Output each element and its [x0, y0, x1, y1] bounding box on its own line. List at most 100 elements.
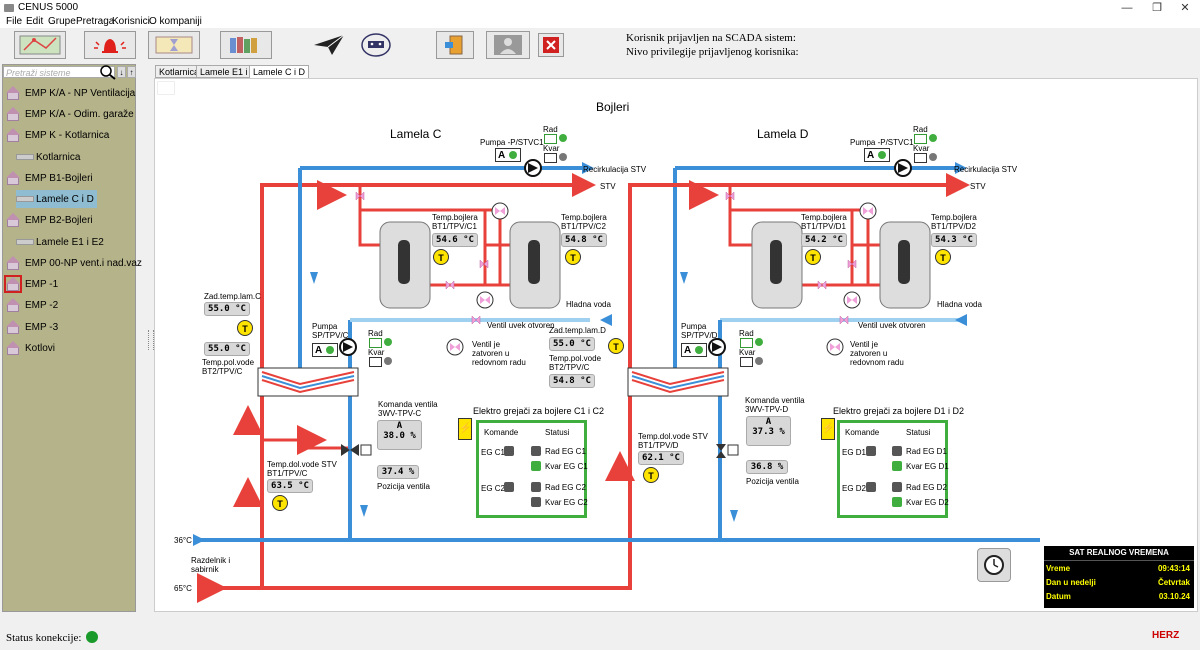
pump-stvd1-label: Pumpa -P/STVC1 [850, 138, 914, 147]
recirc-d-label: Recirkulacija STV [954, 165, 1018, 174]
rad-indicator-icon [544, 134, 557, 144]
pump-sptpvc-icon[interactable] [339, 338, 357, 356]
kvar-eg-d2-lamp [892, 497, 902, 507]
eg-c2-label: EG C2 [481, 484, 506, 493]
d1-temp-value: 54.2 °C [801, 233, 847, 247]
kvar-eg-c1-lamp [531, 461, 541, 471]
rad-lamp [755, 338, 763, 346]
lightning-icon: ⚡ [458, 418, 472, 440]
statusi-label: Statusi [545, 428, 570, 437]
komande-label: Komande [845, 428, 880, 437]
piping-diagram [193, 159, 1040, 603]
rad-eg-d1-lamp [892, 446, 902, 456]
herz-logo: HERZ [1152, 630, 1180, 641]
lamela-c-title: Lamela C [390, 127, 442, 141]
temp-sensor-icon: T [608, 338, 624, 354]
status-lamp [695, 346, 703, 354]
status-lamp [509, 151, 517, 159]
rad-lamp [384, 338, 392, 346]
kvar-lamp [929, 153, 937, 161]
clock-button[interactable] [977, 548, 1011, 582]
rad-eg-c2-label: Rad EG C2 [545, 483, 586, 492]
eg-c1-label: EG C1 [481, 448, 506, 457]
c2-temp-label: Temp.bojlera BT1/TPV/C2 [561, 213, 607, 231]
rad-label: Rad [543, 125, 558, 134]
d2-temp-label: Temp.bojlera BT1/TPV/D2 [931, 213, 977, 231]
komanda-c-label: Komanda ventila 3WV-TPV-C [378, 400, 438, 418]
rad-label: Rad [368, 329, 383, 338]
poz-d-value: 36.8 % [746, 460, 788, 474]
temp-sensor-icon: T [272, 495, 288, 511]
kvar-indicator-icon [544, 153, 557, 163]
komanda-d-label: Komanda ventila 3WV-TPV-D [745, 396, 805, 414]
eg-d2-button[interactable] [866, 482, 876, 492]
kvar-lamp [384, 357, 392, 365]
pozicija-c-label: Pozicija ventila [377, 482, 430, 491]
zad-d-value[interactable]: 55.0 °C [549, 337, 595, 351]
rad-label: Rad [913, 125, 928, 134]
rad-indicator-icon [740, 338, 753, 348]
mode-a-stvd1[interactable]: A [864, 148, 890, 162]
clock-icon [984, 555, 1004, 575]
rad-eg-c1-lamp [531, 446, 541, 456]
pump-stvc1-icon[interactable] [524, 159, 542, 177]
rad-indicator-icon [914, 134, 927, 144]
pump-stvc1-label: Pumpa -P/STVC1 [480, 138, 544, 147]
status-lamp [326, 346, 334, 354]
rad-label: Rad [739, 329, 754, 338]
c1-temp-label: Temp.bojlera BT1/TPV/C1 [432, 213, 478, 231]
pump-sptpvd-icon[interactable] [708, 338, 726, 356]
pump-stvd1-icon[interactable] [894, 159, 912, 177]
komanda-c-value[interactable]: A 38.0 % [377, 420, 422, 450]
kvar-indicator-icon [369, 357, 382, 367]
kvar-indicator-icon [740, 357, 753, 367]
dol-d-value: 62.1 °C [638, 451, 684, 465]
stv-c-label: STV [600, 182, 616, 191]
dol-c-label: Temp.dol.vode STV BT1/TPV/C [267, 460, 337, 478]
temp-sensor-icon: T [643, 467, 659, 483]
rad-lamp [559, 134, 567, 142]
status-lamp [878, 151, 886, 159]
kvar-eg-d1-label: Kvar EG D1 [906, 462, 949, 471]
kvar-label: Kvar [543, 144, 560, 153]
eg-d2-label: EG D2 [842, 484, 867, 493]
eg-c1-button[interactable] [504, 446, 514, 456]
eg-c-title: Elektro grejači za bojlere C1 i C2 [473, 406, 605, 416]
three-way-valve-c-icon[interactable] [341, 444, 372, 456]
rtc-row-datum: Datum 03.10.24 [1046, 592, 1190, 601]
pol-d-value: 54.8 °C [549, 374, 595, 388]
temp-65-label: 65°C [174, 584, 192, 593]
recirc-c-label: Recirkulacija STV [583, 165, 647, 174]
mode-a-stvc1[interactable]: A [495, 148, 521, 162]
eg-d1-button[interactable] [866, 446, 876, 456]
boiler-d1 [751, 221, 803, 309]
kvar-label: Kvar [368, 348, 385, 357]
ventil-zatvoren-c-label: Ventil je zatvoren u redovnom radu [472, 340, 526, 367]
mode-a-sptpvd[interactable]: A [681, 343, 707, 357]
zad-c-value[interactable]: 55.0 °C [204, 302, 250, 316]
temp-sensor-icon: T [237, 320, 253, 336]
komanda-d-value[interactable]: A 37.3 % [746, 416, 791, 446]
hladna-d-label: Hladna voda [937, 300, 982, 309]
pol-c-value: 55.0 °C [204, 342, 250, 356]
status-bar: Status konekcije: HERZ [0, 626, 1200, 650]
rad-eg-d1-label: Rad EG D1 [906, 447, 947, 456]
statusi-label: Statusi [906, 428, 931, 437]
zad-d-label: Zad.temp.lam.D [549, 326, 606, 335]
c1-temp-value: 54.6 °C [432, 233, 478, 247]
d2-temp-value: 54.3 °C [931, 233, 977, 247]
temp-sensor-icon: T [935, 249, 951, 265]
pol-d-label: Temp.pol.vode BT2/TPV/C [549, 354, 602, 372]
pump-sptpvd-label: Pumpa SP/TPV/D [681, 322, 718, 340]
ventil-otvoren-c-label: Ventil uvek otvoren [487, 321, 555, 330]
boiler-c2 [509, 221, 561, 309]
d1-temp-label: Temp.bojlera BT1/TPV/D1 [801, 213, 847, 231]
temp-sensor-icon: T [805, 249, 821, 265]
rad-eg-c2-lamp [531, 482, 541, 492]
eg-c2-button[interactable] [504, 482, 514, 492]
kvar-lamp [559, 153, 567, 161]
connection-status-lamp [86, 631, 98, 643]
rtc-title: SAT REALNOG VREMENA [1044, 546, 1194, 561]
eg-d1-label: EG D1 [842, 448, 867, 457]
mode-a-sptpvc[interactable]: A [312, 343, 338, 357]
